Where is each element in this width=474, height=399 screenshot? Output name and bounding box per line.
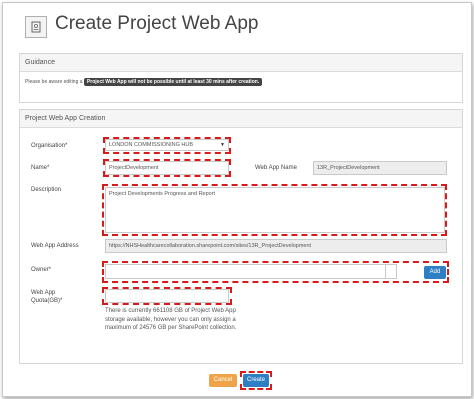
- web-app-address-field: https://NHSHealthcarecollaboration.share…: [105, 239, 447, 253]
- name-input[interactable]: ProjectDevelopment: [105, 161, 229, 175]
- organisation-label: Organisation*: [31, 143, 68, 149]
- quota-label-line2: Quota(GB)*: [31, 298, 63, 304]
- quota-help-text: There is currently 661108 GB of Project …: [105, 308, 237, 331]
- guidance-panel: Guidance Please be aware editing a Proje…: [19, 53, 463, 103]
- web-app-name-label: Web App Name: [255, 165, 297, 171]
- name-value: ProjectDevelopment: [109, 165, 159, 171]
- quota-input[interactable]: [105, 289, 229, 303]
- creation-header: Project Web App Creation: [20, 110, 462, 128]
- guidance-text-prefix: Please be aware editing a: [25, 79, 83, 85]
- web-app-name-field: 13R_ProjectDevelopment: [313, 161, 447, 175]
- add-owner-button[interactable]: Add: [424, 266, 446, 279]
- owner-input[interactable]: [105, 264, 397, 279]
- description-textarea[interactable]: Project Developments Progress and Report: [105, 187, 445, 233]
- project-app-icon: [25, 16, 47, 38]
- owner-input-divider: [385, 264, 397, 279]
- create-button[interactable]: Create: [243, 374, 269, 387]
- guidance-text: Please be aware editing a Project Web Ap…: [25, 78, 263, 86]
- owner-label: Owner*: [31, 267, 52, 273]
- web-app-address-value: https://NHSHealthcarecollaboration.share…: [109, 243, 312, 249]
- organisation-select[interactable]: LONDON COMMISSIONING HUB ▼: [105, 139, 229, 151]
- web-app-name-value: 13R_ProjectDevelopment: [317, 165, 380, 171]
- cancel-button[interactable]: Cancel: [209, 374, 237, 387]
- app-window: Create Project Web App Guidance Please b…: [2, 2, 472, 397]
- name-label: Name*: [31, 165, 50, 171]
- chevron-down-icon: ▼: [220, 142, 225, 148]
- document-icon: [31, 21, 41, 33]
- page-title: Create Project Web App: [55, 13, 259, 34]
- description-value: Project Developments Progress and Report: [109, 191, 216, 197]
- organisation-value: LONDON COMMISSIONING HUB: [109, 142, 194, 148]
- description-label: Description: [31, 187, 62, 193]
- web-app-address-label: Web App Address: [31, 243, 79, 249]
- quota-label-line1: Web App: [31, 290, 56, 296]
- guidance-highlight: Project Web App will not be possible unt…: [83, 78, 263, 86]
- guidance-header: Guidance: [20, 54, 462, 72]
